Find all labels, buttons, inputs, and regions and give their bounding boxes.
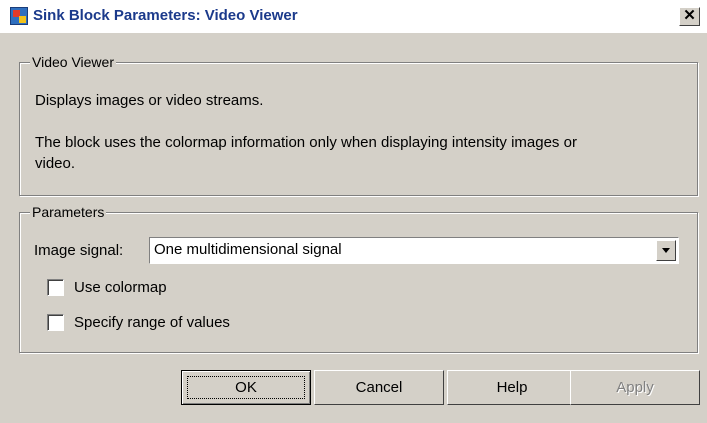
use-colormap-label[interactable]: Use colormap [74,277,167,298]
image-signal-select[interactable]: One multidimensional signal [149,237,679,264]
help-button[interactable]: Help [447,370,577,405]
use-colormap-checkbox[interactable] [47,279,64,296]
description-line-2: The block uses the colormap information … [35,134,577,151]
simulink-block-icon [10,7,28,25]
chevron-down-icon[interactable] [656,240,676,261]
cancel-button[interactable]: Cancel [314,370,444,405]
specify-range-checkbox[interactable] [47,314,64,331]
apply-button[interactable]: Apply [570,370,700,405]
close-icon: ✕ [683,7,696,24]
image-signal-label: Image signal: [34,242,124,259]
ok-button[interactable]: OK [181,370,311,405]
apply-button-label: Apply [616,379,654,396]
ok-button-label: OK [235,379,257,396]
title-bar[interactable]: Sink Block Parameters: Video Viewer ✕ [0,0,707,33]
dialog-window: Sink Block Parameters: Video Viewer ✕ Vi… [0,0,707,423]
description-line-1: Displays images or video streams. [35,92,264,109]
image-signal-value: One multidimensional signal [154,241,342,258]
help-button-label: Help [496,379,528,396]
group-legend-parameters: Parameters [30,204,107,220]
group-legend-video-viewer: Video Viewer [30,54,116,70]
cancel-button-label: Cancel [355,379,403,396]
specify-range-label[interactable]: Specify range of values [74,312,230,333]
video-viewer-group: Video Viewer [19,54,698,196]
window-title: Sink Block Parameters: Video Viewer [33,7,298,24]
description-line-3: video. [35,155,76,172]
close-button[interactable]: ✕ [679,7,700,26]
